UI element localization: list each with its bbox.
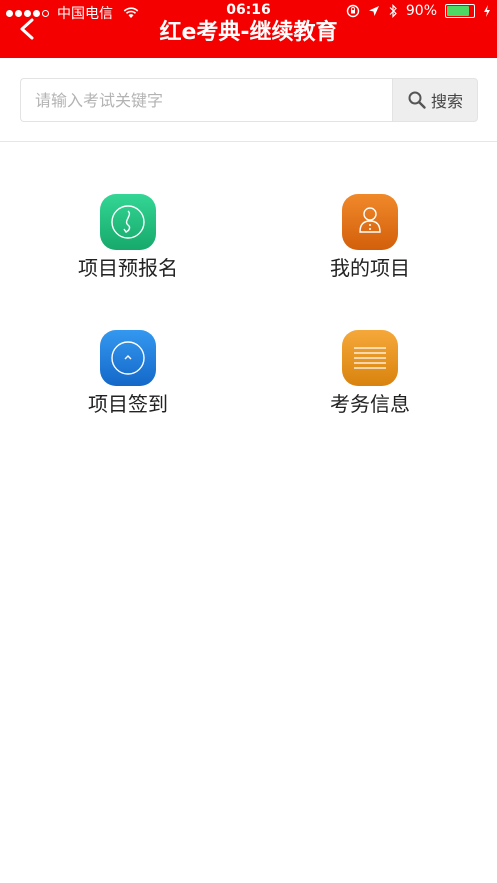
menu-item-my-projects[interactable]: 我的项目: [270, 194, 470, 281]
menu-label: 我的项目: [330, 256, 410, 280]
search-icon: [408, 91, 426, 109]
menu-item-exam-info[interactable]: 考务信息: [270, 330, 470, 417]
search-input[interactable]: [20, 78, 392, 122]
menu-item-check-in[interactable]: 项目签到: [28, 330, 228, 417]
search-button-label: 搜索: [430, 92, 463, 111]
menu-item-enroll[interactable]: 项目预报名: [28, 194, 228, 281]
person-icon: [342, 194, 398, 250]
page-title: 红e考典-继续教育: [159, 20, 338, 45]
enroll-icon: [100, 194, 156, 250]
check-in-icon: [100, 330, 156, 386]
search-bar: 搜索: [0, 58, 497, 142]
menu-label: 项目签到: [88, 392, 168, 416]
list-icon: [342, 330, 398, 386]
menu-label: 项目预报名: [78, 256, 178, 280]
app-header: 中国电信 06:16 90% 红e考典-继续教育: [0, 0, 497, 58]
search-button[interactable]: 搜索: [392, 78, 478, 122]
menu-label: 考务信息: [330, 392, 410, 416]
